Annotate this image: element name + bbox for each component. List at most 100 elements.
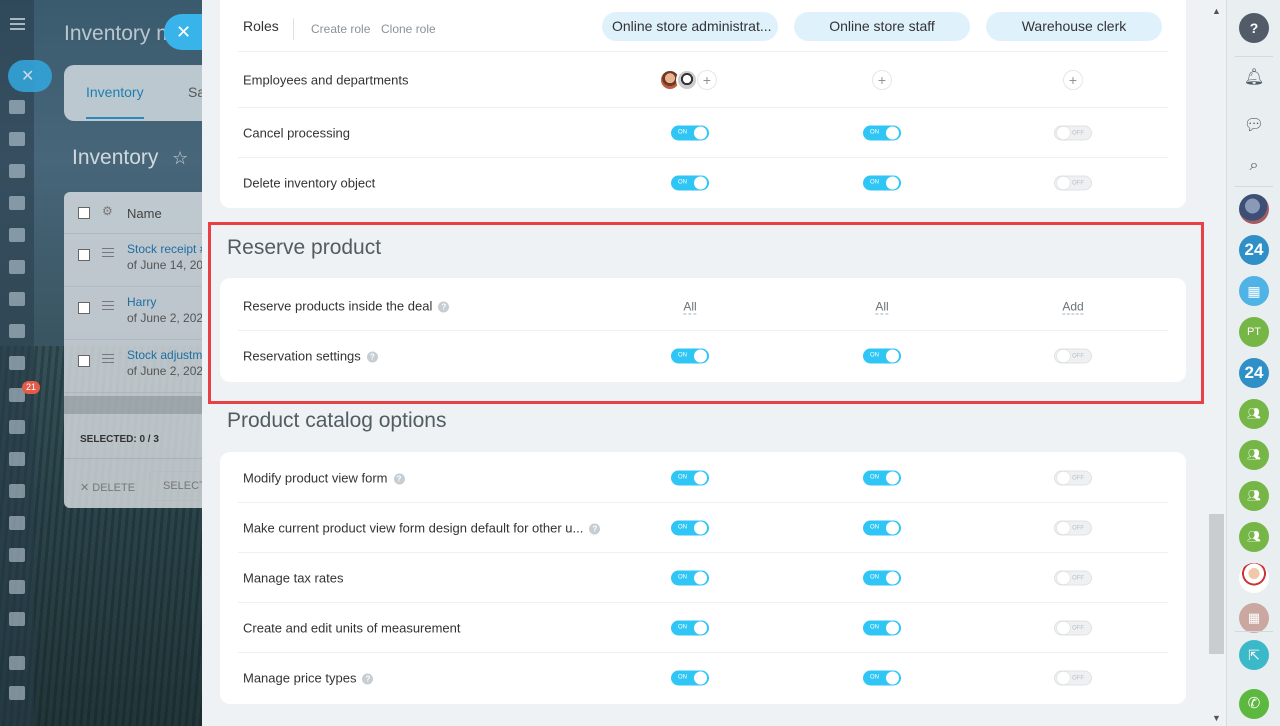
toggle-switch[interactable]: OFF	[1054, 620, 1092, 635]
toggle-switch[interactable]: ON	[863, 520, 901, 535]
avatar[interactable]	[1239, 194, 1269, 224]
chat-icon[interactable]	[9, 132, 25, 146]
table-row[interactable]: Stock adjustme of June 2, 2022	[64, 340, 202, 393]
toggle-switch[interactable]: ON	[863, 670, 901, 686]
document-icon[interactable]	[9, 196, 25, 210]
menu-icon[interactable]	[10, 18, 25, 33]
scroll-down-arrow-icon[interactable]: ▼	[1212, 713, 1221, 723]
settings-icon[interactable]	[9, 686, 25, 700]
bitrix24-icon[interactable]: 24	[1239, 358, 1269, 388]
help-icon[interactable]: ?	[362, 673, 374, 685]
vertical-scrollbar[interactable]: ▲ ▼	[1207, 0, 1226, 726]
scroll-up-arrow-icon[interactable]: ▲	[1212, 6, 1221, 16]
table-row[interactable]: Stock receipt # of June 14, 2022	[64, 234, 202, 287]
help-icon[interactable]: ?	[366, 351, 378, 363]
drag-handle-icon[interactable]	[102, 248, 114, 260]
cart-icon[interactable]	[9, 452, 25, 466]
create-role-link[interactable]: Create role	[311, 22, 370, 36]
toggle-switch[interactable]: ON	[671, 570, 709, 585]
avatar[interactable]	[676, 68, 698, 91]
external-link-icon[interactable]: ⇱	[1239, 640, 1269, 670]
table-row[interactable]: Harry of June 2, 2022	[64, 287, 202, 340]
group-icon[interactable]: 👥︎	[1239, 481, 1269, 511]
card-icon[interactable]	[9, 484, 25, 498]
drag-handle-icon[interactable]	[102, 301, 114, 313]
add-employee-button[interactable]: +	[872, 69, 892, 90]
toggle-switch[interactable]: OFF	[1054, 175, 1092, 191]
tab-sales[interactable]: Sa	[188, 84, 202, 100]
toggle-switch[interactable]: ON	[863, 348, 901, 364]
select-all-checkbox[interactable]	[78, 207, 90, 219]
toggle-switch[interactable]: OFF	[1054, 670, 1092, 686]
contacts-icon[interactable]	[9, 292, 25, 306]
help-icon[interactable]: ?	[438, 301, 450, 312]
group-icon[interactable]: 👥︎	[1239, 399, 1269, 429]
toggle-switch[interactable]: OFF	[1054, 520, 1092, 535]
toggle-switch[interactable]: ON	[671, 520, 709, 535]
toggle-switch[interactable]: OFF	[1054, 348, 1092, 364]
horizontal-scrollbar[interactable]	[64, 396, 202, 414]
toggle-switch[interactable]: OFF	[1054, 125, 1092, 140]
mail-icon[interactable]	[9, 324, 25, 338]
drive-icon[interactable]	[9, 260, 25, 274]
close-slider-button[interactable]: ✕	[164, 14, 202, 50]
access-level-select[interactable]: Add	[1062, 299, 1084, 314]
toggle-switch[interactable]: ON	[671, 620, 709, 635]
toggle-switch[interactable]: OFF	[1054, 570, 1092, 585]
toggle-switch[interactable]: ON	[671, 175, 709, 191]
row-checkbox[interactable]	[78, 355, 90, 367]
add-employee-button[interactable]: +	[1063, 69, 1083, 90]
toggle-switch[interactable]: ON	[671, 348, 709, 364]
access-level-select[interactable]: All	[683, 299, 697, 314]
phone-icon[interactable]: ✆	[1239, 689, 1269, 719]
star-icon[interactable]: ☆	[172, 148, 188, 169]
rail-active-close[interactable]: ✕	[8, 60, 52, 92]
bell-icon[interactable]: 🔔︎	[1239, 63, 1269, 93]
sliders-icon[interactable]	[9, 580, 25, 594]
building-icon[interactable]	[9, 612, 25, 626]
bitrix24-icon[interactable]: 24	[1239, 235, 1269, 265]
toggle-switch[interactable]: ON	[671, 125, 709, 140]
row-checkbox[interactable]	[78, 249, 90, 261]
feed-icon[interactable]	[9, 100, 25, 114]
robot-icon[interactable]	[9, 228, 25, 242]
role-chip-warehouse-clerk[interactable]: Warehouse clerk	[986, 12, 1162, 41]
row-title-link[interactable]: Harry	[127, 295, 156, 309]
chat-bubble-icon[interactable]: 💬︎	[1239, 111, 1269, 141]
tasks-icon[interactable]	[9, 356, 25, 370]
search-icon[interactable]: ⌕	[1239, 151, 1269, 181]
avatar-group[interactable]: +	[659, 68, 717, 91]
avatar[interactable]	[1239, 563, 1269, 593]
help-icon[interactable]: ?	[393, 473, 405, 484]
help-icon[interactable]: ?	[589, 523, 601, 534]
scrollbar-thumb[interactable]	[1209, 514, 1224, 654]
toggle-switch[interactable]: ON	[671, 670, 709, 686]
clone-role-link[interactable]: Clone role	[381, 22, 436, 36]
target-icon[interactable]	[9, 420, 25, 434]
drag-handle-icon[interactable]	[102, 354, 114, 366]
calendar-icon[interactable]	[9, 164, 25, 178]
role-chip-staff[interactable]: Online store staff	[794, 12, 970, 41]
toggle-switch[interactable]: ON	[671, 470, 709, 485]
gear-icon[interactable]: ⚙	[102, 204, 113, 218]
toggle-switch[interactable]: OFF	[1054, 470, 1092, 485]
access-level-select[interactable]: All	[875, 299, 889, 314]
toggle-switch[interactable]: ON	[863, 470, 901, 485]
toggle-switch[interactable]: ON	[863, 570, 901, 585]
toggle-switch[interactable]: ON	[863, 125, 901, 140]
group-icon[interactable]: 👥︎	[1239, 522, 1269, 552]
delete-button[interactable]: ✕ DELETE	[80, 481, 135, 494]
help-icon[interactable]: ?	[1239, 13, 1269, 43]
calendar-icon[interactable]: ▦	[1239, 276, 1269, 306]
group-icon[interactable]: 👥︎	[1239, 440, 1269, 470]
toggle-switch[interactable]: ON	[863, 620, 901, 635]
select-action-button[interactable]: SELECT A	[149, 471, 202, 501]
add-employee-button[interactable]: +	[697, 69, 717, 90]
box-icon[interactable]	[9, 516, 25, 530]
calendar-icon[interactable]: ▦	[1239, 603, 1269, 633]
row-checkbox[interactable]	[78, 302, 90, 314]
sitemap-icon[interactable]	[9, 656, 25, 670]
user-initials-avatar[interactable]: PT	[1239, 317, 1269, 347]
row-title-link[interactable]: Stock adjustme	[127, 348, 202, 362]
row-title-link[interactable]: Stock receipt #	[127, 242, 202, 256]
